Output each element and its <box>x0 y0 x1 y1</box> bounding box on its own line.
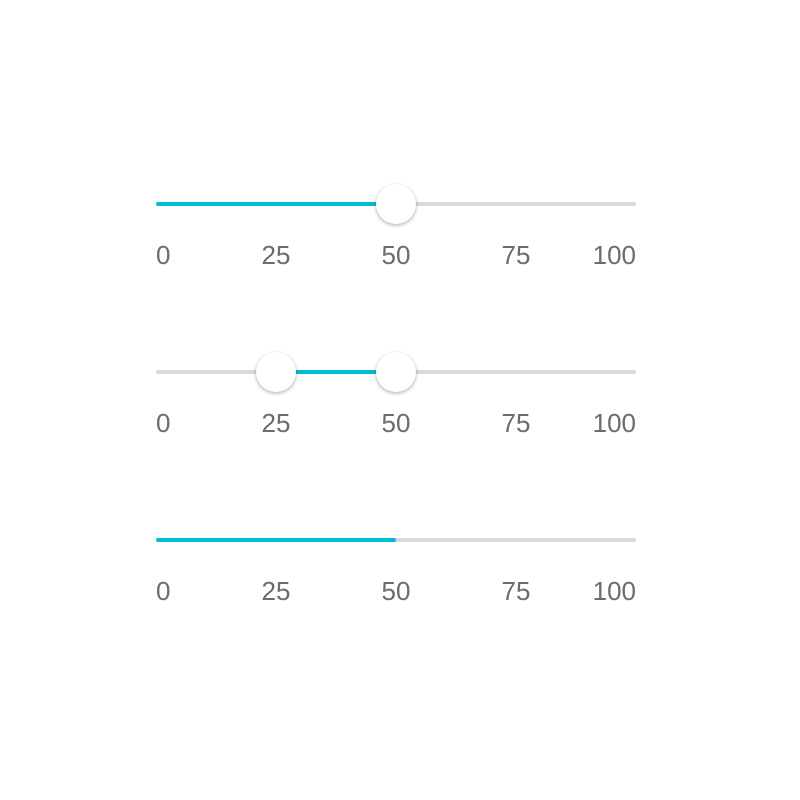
tick-label-0: 0 <box>156 576 171 606</box>
tick-label-50: 50 <box>381 240 411 270</box>
slider-thumb-upper[interactable] <box>376 352 416 392</box>
tick-label-25: 25 <box>261 576 291 606</box>
tick-label-75: 75 <box>501 576 531 606</box>
tick-label-75: 75 <box>501 408 531 438</box>
slider-thumb-lower[interactable] <box>256 352 296 392</box>
tick-label-100: 100 <box>592 408 636 438</box>
tick-label-100: 100 <box>592 240 636 270</box>
slider-track <box>156 538 636 542</box>
value-slider[interactable]: 0 25 50 75 100 <box>156 184 636 270</box>
slider-scale: 0 25 50 75 100 <box>156 408 636 438</box>
slider-scale: 0 25 50 75 100 <box>156 240 636 270</box>
slider-thumb[interactable] <box>376 184 416 224</box>
tick-label-75: 75 <box>501 240 531 270</box>
tick-label-50: 50 <box>381 576 411 606</box>
tick-label-25: 25 <box>261 240 291 270</box>
slider-scale: 0 25 50 75 100 <box>156 576 636 606</box>
slider-fill <box>156 538 396 542</box>
disabled-slider: 0 25 50 75 100 <box>156 520 636 606</box>
range-slider[interactable]: 0 25 50 75 100 <box>156 352 636 438</box>
tick-label-0: 0 <box>156 240 171 270</box>
slider-fill <box>156 202 396 206</box>
tick-label-50: 50 <box>381 408 411 438</box>
tick-label-100: 100 <box>592 576 636 606</box>
tick-label-25: 25 <box>261 408 291 438</box>
tick-label-0: 0 <box>156 408 171 438</box>
